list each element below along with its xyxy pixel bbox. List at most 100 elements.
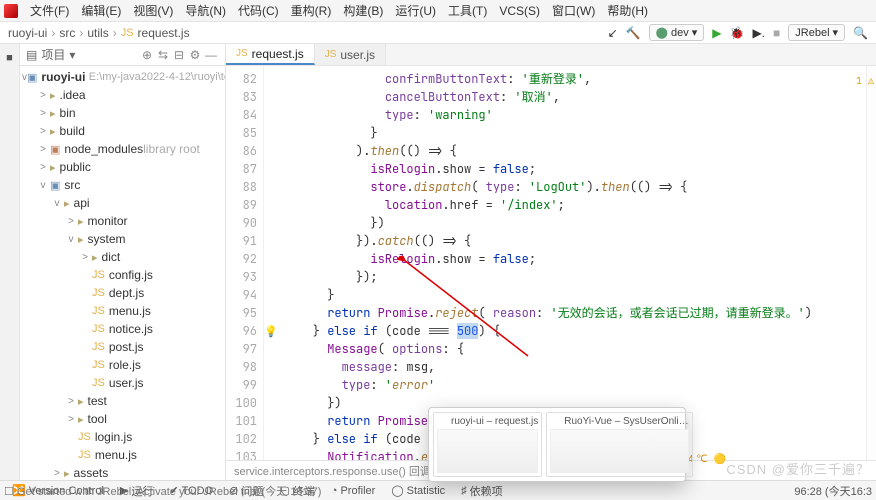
tree-row[interactable]: JSdept.js: [20, 284, 225, 302]
js-file-icon: JS: [92, 359, 105, 371]
tree-row[interactable]: v▸system: [20, 230, 225, 248]
crumb-file[interactable]: request.js: [138, 26, 190, 40]
tree-row[interactable]: >▸build: [20, 122, 225, 140]
debug-icon[interactable]: 🐞: [730, 26, 745, 40]
folder-icon: ▸: [78, 215, 84, 228]
folder-icon: ▸: [64, 197, 70, 210]
inspection-badge[interactable]: 1 ⚠: [856, 72, 874, 90]
tree-row[interactable]: >▸tool: [20, 410, 225, 428]
tree-row[interactable]: JSconfig.js: [20, 266, 225, 284]
js-file-icon: JS: [92, 341, 105, 353]
js-file-icon: JS: [78, 449, 91, 461]
app-logo-icon: [4, 4, 18, 18]
tree-row[interactable]: v▸api: [20, 194, 225, 212]
tree-row[interactable]: >▸.idea: [20, 86, 225, 104]
crumb-utils[interactable]: utils: [87, 26, 108, 40]
js-file-icon: JS: [92, 269, 105, 281]
chrome-icon[interactable]: 🟡: [714, 454, 726, 465]
toolwin-deps[interactable]: ♯ 依赖项: [453, 483, 511, 499]
folder-icon: ▸: [78, 395, 84, 408]
code-editor[interactable]: 8283848586878889909192939495969798991001…: [226, 66, 876, 460]
menu-vcs[interactable]: VCS(S): [493, 4, 546, 18]
js-file-icon: JS: [92, 305, 105, 317]
project-panel: ▤项目 ▾ ⊕ ⇆ ⊟ ⚙ — v▣ ruoyi-ui E:\my-java20…: [20, 44, 226, 480]
tree-row[interactable]: >▣node_modules library root: [20, 140, 225, 158]
project-tree[interactable]: v▣ ruoyi-ui E:\my-java2022-4-12\ruoyi\te…: [20, 66, 225, 480]
toolwin-profiler[interactable]: ◔ Profiler: [323, 485, 384, 497]
crumb-src[interactable]: src: [59, 26, 75, 40]
tree-row[interactable]: >▸test: [20, 392, 225, 410]
menu-view[interactable]: 视图(V): [127, 2, 179, 19]
crumb-separator-icon: ›: [113, 26, 117, 40]
dropdown-icon[interactable]: ▾: [69, 48, 75, 62]
editor-tabs: JSrequest.js JSuser.js: [226, 44, 876, 66]
error-stripe[interactable]: [866, 66, 876, 460]
tree-row[interactable]: JSuser.js: [20, 374, 225, 392]
tree-row[interactable]: JSrole.js: [20, 356, 225, 374]
tree-row[interactable]: >▸dict: [20, 248, 225, 266]
tree-row[interactable]: JSnotice.js: [20, 320, 225, 338]
folder-icon: ▣: [50, 179, 60, 192]
stop-icon[interactable]: ■: [773, 26, 780, 40]
navigation-bar: ruoyi-ui › src › utils › JS request.js ↙…: [0, 22, 876, 44]
tree-row[interactable]: >▸monitor: [20, 212, 225, 230]
run-icon[interactable]: ▶: [712, 26, 721, 40]
marker-gutter: 💡: [264, 66, 278, 460]
crumb-project[interactable]: ruoyi-ui: [8, 26, 47, 40]
js-file-icon: JS: [92, 287, 105, 299]
menu-tools[interactable]: 工具(T): [442, 2, 493, 19]
folder-icon: ▸: [78, 413, 84, 426]
task-thumb-1[interactable]: ruoyi-ui – request.js: [433, 412, 542, 477]
crumb-separator-icon: ›: [51, 26, 55, 40]
coverage-icon[interactable]: ▶.: [752, 26, 765, 40]
js-file-icon: JS: [325, 49, 337, 60]
tree-row[interactable]: >▸bin: [20, 104, 225, 122]
menubar: 文件(F) 编辑(E) 视图(V) 导航(N) 代码(C) 重构(R) 构建(B…: [0, 0, 876, 22]
tree-row[interactable]: v▣src: [20, 176, 225, 194]
js-file-icon: JS: [92, 377, 105, 389]
expand-all-icon[interactable]: ⇆: [155, 48, 171, 62]
folder-icon: ▸: [50, 161, 56, 174]
select-opened-icon[interactable]: ⊕: [139, 48, 155, 62]
menu-refactor[interactable]: 重构(R): [285, 2, 338, 19]
line-number-gutter: 8283848586878889909192939495969798991001…: [226, 66, 264, 460]
taskbar-preview[interactable]: ruoyi-ui – request.js RuoYi-Vue – SysUse…: [428, 407, 686, 482]
watermark-text: CSDN @爱你三千遍？: [726, 459, 870, 478]
search-icon[interactable]: 🔍: [853, 26, 868, 40]
menu-help[interactable]: 帮助(H): [601, 2, 654, 19]
settings-icon[interactable]: ⚙: [187, 48, 203, 62]
intention-bulb-icon[interactable]: 💡: [264, 325, 278, 339]
tab-user-js[interactable]: JSuser.js: [315, 44, 386, 65]
tree-row[interactable]: JSmenu.js: [20, 446, 225, 464]
tree-root[interactable]: v▣ ruoyi-ui E:\my-java2022-4-12\ruoyi\te…: [20, 68, 225, 86]
code-content[interactable]: confirmButtonText: '重新登录', cancelButtonT…: [278, 66, 876, 460]
toolwin-statistic[interactable]: ◯ Statistic: [383, 484, 453, 497]
add-config-icon[interactable]: ↙: [608, 26, 618, 40]
collapse-all-icon[interactable]: ⊟: [171, 48, 187, 62]
tree-row[interactable]: JSmenu.js: [20, 302, 225, 320]
menu-navigate[interactable]: 导航(N): [179, 2, 232, 19]
project-tool-tab[interactable]: ■: [2, 46, 18, 70]
tree-row[interactable]: JSlogin.js: [20, 428, 225, 446]
menu-run[interactable]: 运行(U): [389, 2, 442, 19]
js-file-icon: JS: [236, 48, 248, 59]
jrebel-button[interactable]: JRebel ▾: [788, 24, 845, 41]
hide-icon[interactable]: —: [203, 48, 219, 62]
folder-icon: ▣: [50, 143, 60, 156]
run-config-select[interactable]: ⬤dev ▾: [649, 24, 705, 41]
menu-build[interactable]: 构建(B): [337, 2, 389, 19]
tree-row[interactable]: >▸public: [20, 158, 225, 176]
task-thumb-2[interactable]: RuoYi-Vue – SysUserOnli…: [546, 412, 692, 477]
menu-window[interactable]: 窗口(W): [546, 2, 601, 19]
tree-row[interactable]: JSpost.js: [20, 338, 225, 356]
folder-icon: ▸: [50, 125, 56, 138]
project-panel-header: ▤项目 ▾ ⊕ ⇆ ⊟ ⚙ —: [20, 44, 225, 66]
js-file-icon: JS: [121, 27, 134, 39]
menu-edit[interactable]: 编辑(E): [75, 2, 127, 19]
build-icon[interactable]: 🔨: [626, 26, 641, 40]
tab-request-js[interactable]: JSrequest.js: [226, 44, 315, 65]
menu-file[interactable]: 文件(F): [24, 2, 75, 19]
folder-icon: ▸: [78, 233, 84, 246]
tree-row[interactable]: >▸assets: [20, 464, 225, 480]
menu-code[interactable]: 代码(C): [232, 2, 285, 19]
